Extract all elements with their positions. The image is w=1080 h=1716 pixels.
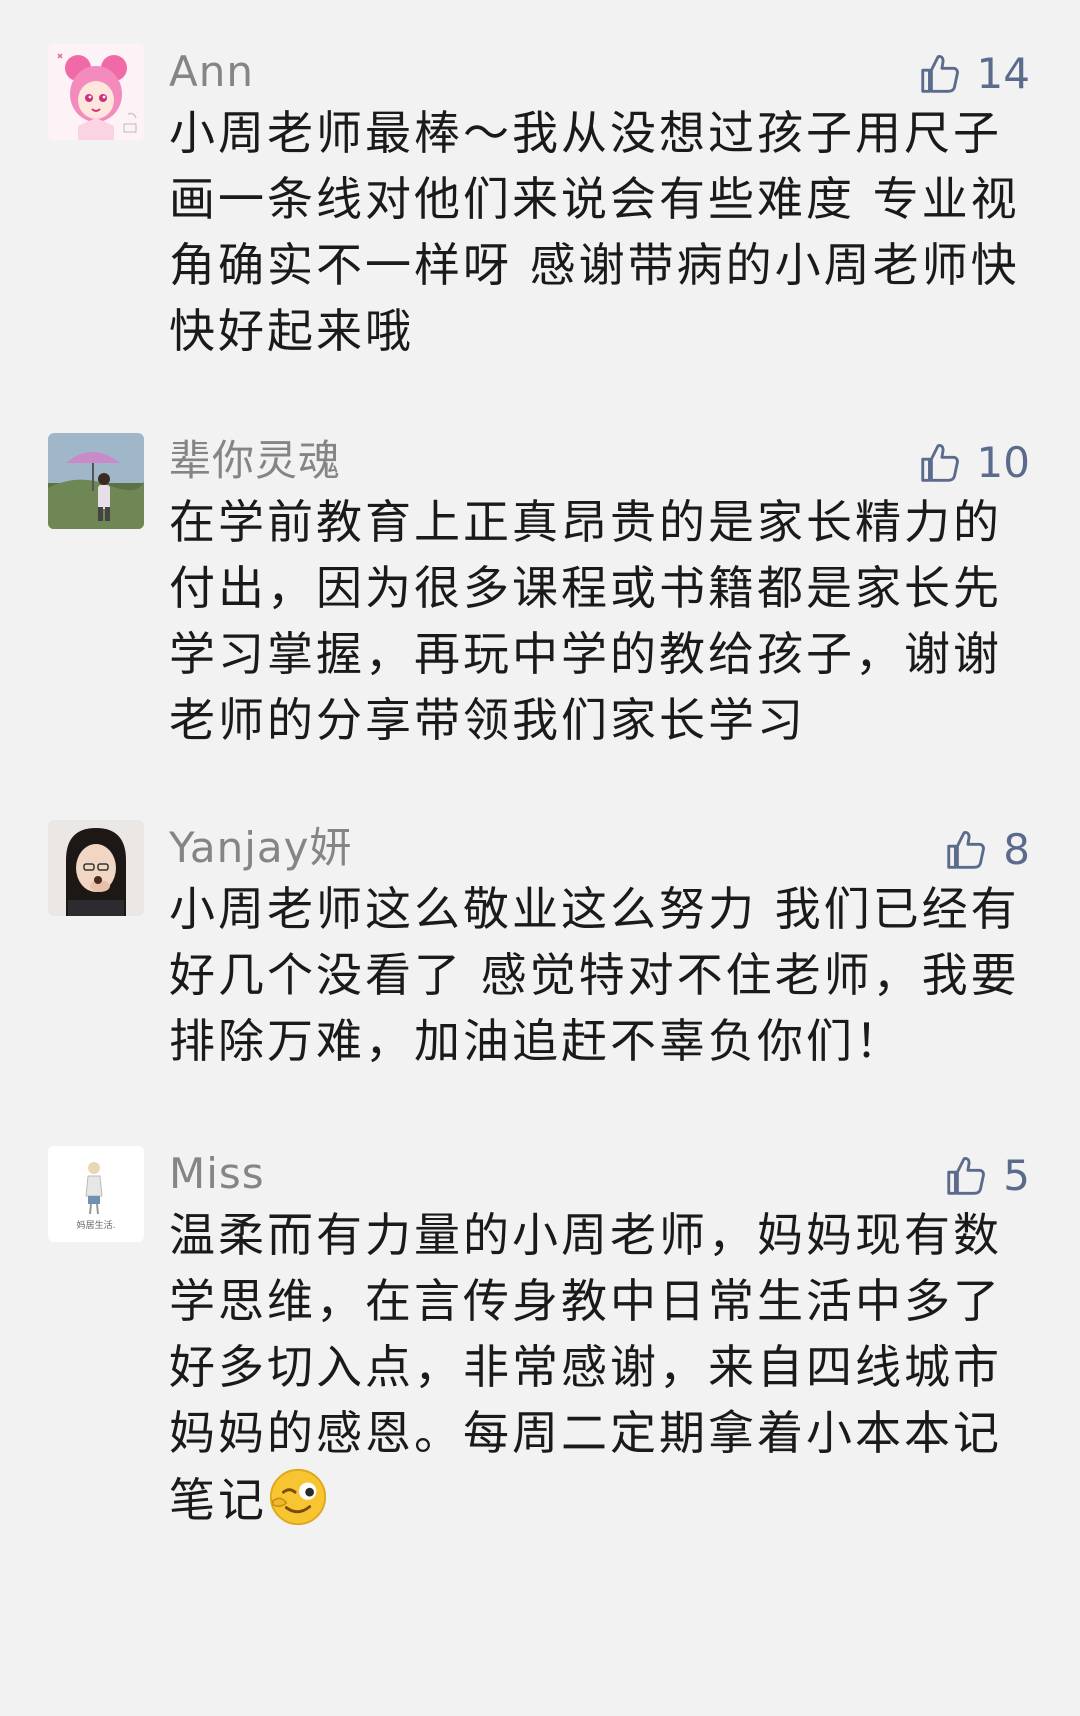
thumbs-up-icon	[917, 51, 963, 97]
like-button[interactable]: 8	[943, 824, 1030, 876]
like-button[interactable]: 5	[943, 1150, 1030, 1202]
avatar-photo-image	[48, 820, 144, 916]
wink-emoji-icon	[267, 1466, 329, 1528]
avatar-anime-girl-image	[48, 44, 144, 140]
thumbs-up-icon	[917, 440, 963, 486]
like-button[interactable]: 14	[917, 48, 1030, 100]
avatar[interactable]	[48, 44, 144, 140]
like-button[interactable]: 10	[917, 437, 1030, 489]
username[interactable]: Ann	[169, 46, 254, 98]
avatar[interactable]	[48, 433, 144, 529]
comment-list: Ann 14 小周老师最棒～我从没想过孩子用尺子画一条线对他们来说会有些难度 专…	[0, 0, 1080, 1716]
avatar-photo-image	[48, 433, 144, 529]
like-count: 10	[976, 438, 1030, 487]
comment-text: 小周老师最棒～我从没想过孩子用尺子画一条线对他们来说会有些难度 专业视角确实不一…	[169, 106, 1020, 358]
comment-text: 在学前教育上正真昂贵的是家长精力的付出，因为很多课程或书籍都是家长先学习掌握，再…	[169, 495, 1002, 747]
username[interactable]: Yanjay妍	[169, 822, 353, 874]
avatar[interactable]	[48, 820, 144, 916]
thumbs-up-icon	[943, 827, 989, 873]
like-count: 8	[1003, 825, 1030, 874]
comment-text: 温柔而有力量的小周老师，妈妈现有数学思维，在言传身教中日常生活中多了好多切入点，…	[169, 1202, 1049, 1533]
username[interactable]: 辈你灵魂	[169, 435, 341, 487]
username[interactable]: Miss	[169, 1148, 265, 1200]
avatar[interactable]: 妈居生活.	[48, 1146, 144, 1242]
comment-text: 小周老师这么敬业这么努力 我们已经有好几个没看了 感觉特对不住老师，我要排除万难…	[169, 882, 1020, 1068]
like-count: 5	[1003, 1151, 1030, 1200]
avatar-caption: 妈居生活.	[77, 1219, 116, 1231]
like-count: 14	[976, 49, 1030, 98]
thumbs-up-icon	[943, 1153, 989, 1199]
avatar-illustration-image: 妈居生活.	[48, 1146, 144, 1242]
